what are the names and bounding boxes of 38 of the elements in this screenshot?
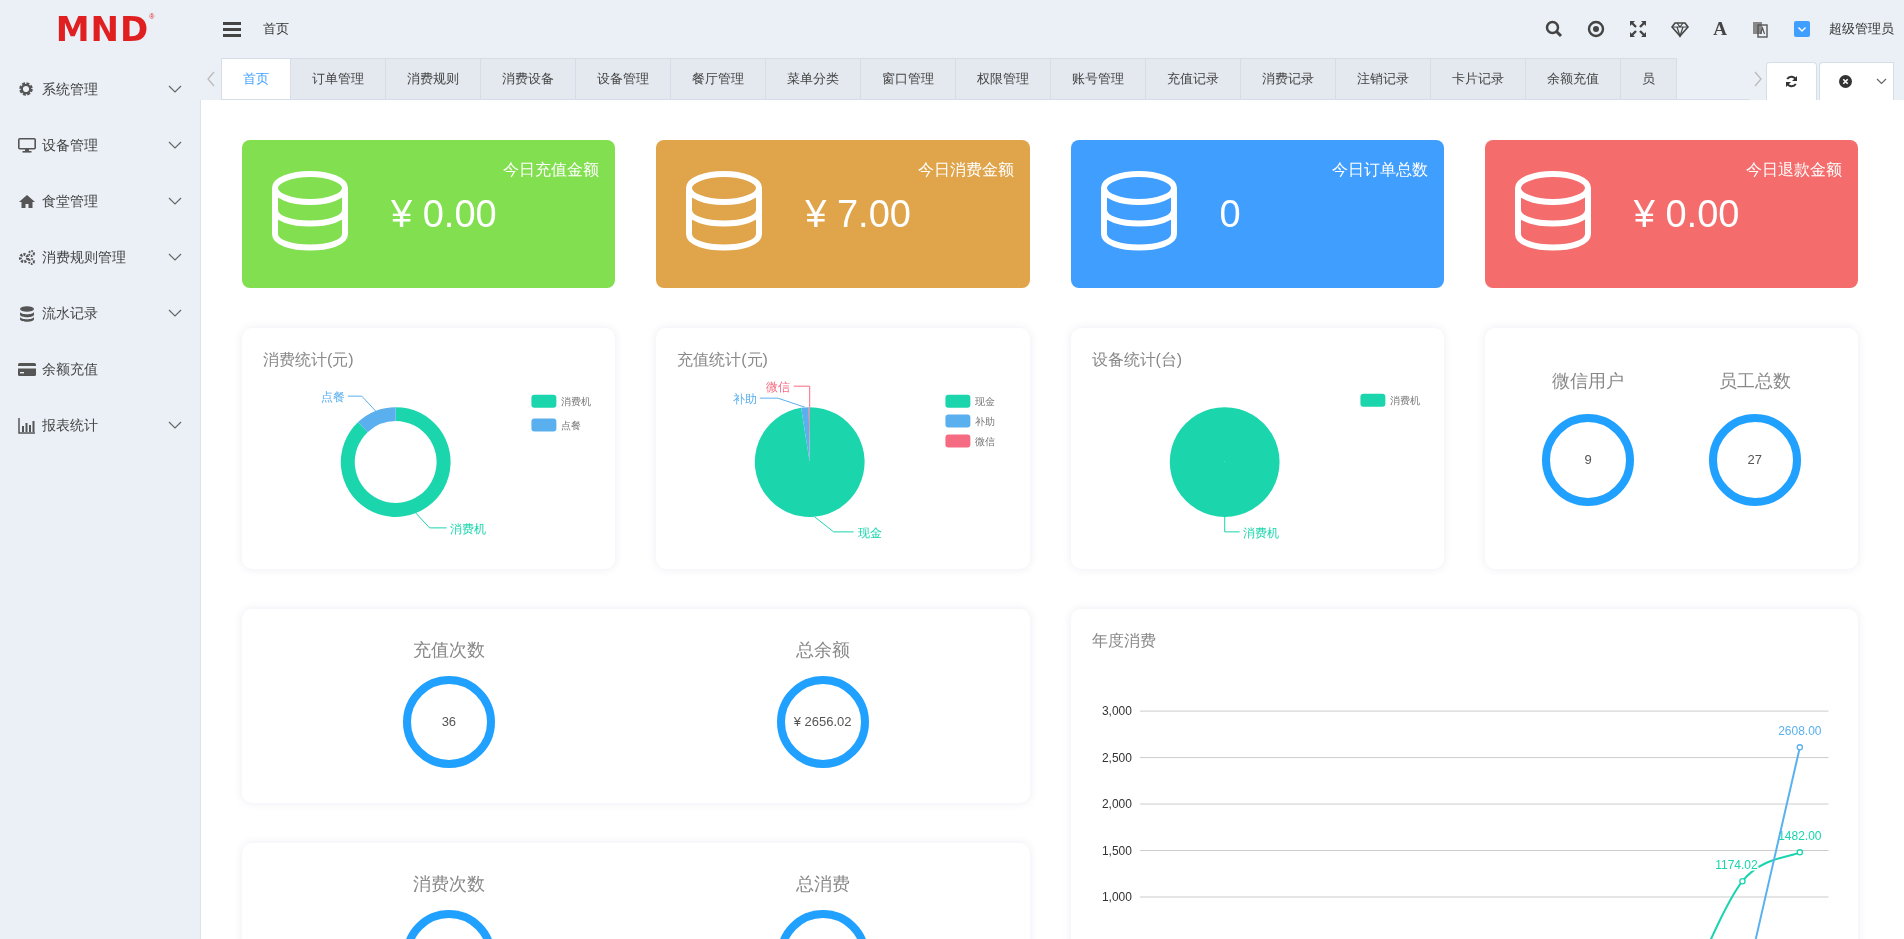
chart-title: 年度消费: [1090, 631, 1157, 651]
axis-label: 1,500: [1101, 843, 1132, 858]
data-label: 1482.00: [1777, 829, 1821, 844]
axis-label: 1,000: [1101, 890, 1132, 904]
stat-value: ¥ 7.00: [804, 192, 912, 237]
stat-value: ¥ 0.00: [1632, 192, 1741, 237]
stat-value: 0: [1218, 192, 1242, 237]
stat-ring-value: ¥ 2656.02: [793, 713, 852, 732]
slice-label: 现金: [857, 525, 882, 540]
stat-title: 今日充值金额: [502, 160, 600, 180]
stat-label: 充值次数: [412, 639, 485, 662]
axis-label: 2,500: [1101, 750, 1132, 765]
stat-ring-value: 36: [441, 713, 457, 732]
logo-text: MND: [55, 12, 150, 46]
slice-label: 补助: [733, 392, 758, 407]
data-label: 1174.02: [1714, 858, 1758, 873]
slice-label: 点餐: [320, 390, 345, 405]
slice-label: 消费机: [1242, 525, 1279, 540]
axis-label: 3,000: [1101, 704, 1132, 719]
breadcrumb: 首页: [263, 20, 289, 39]
stat-label: 微信用户: [1552, 370, 1625, 393]
stat-label: 总消费: [795, 873, 850, 896]
stat-ring-value: 9: [1584, 451, 1592, 470]
axis-label: 2,000: [1101, 797, 1132, 812]
stat-title: 今日消费金额: [916, 160, 1014, 180]
stat-ring-value: 27: [1747, 451, 1762, 470]
chart-title: 设备统计(台): [1090, 350, 1184, 370]
slice-label: 微信: [766, 380, 790, 395]
slice-label: 消费机: [449, 521, 486, 536]
stat-title: 今日订单总数: [1330, 160, 1428, 180]
chart-title: 充值统计(元): [676, 350, 769, 370]
stat-label: 员工总数: [1718, 370, 1791, 393]
chart-title: 消费统计(元): [262, 350, 355, 370]
data-label: 2608.00: [1777, 724, 1821, 739]
stat-value: ¥ 0.00: [390, 192, 498, 237]
stat-label: 消费次数: [412, 873, 485, 896]
stat-label: 总余额: [795, 639, 850, 662]
stat-title: 今日退款金额: [1745, 160, 1842, 180]
